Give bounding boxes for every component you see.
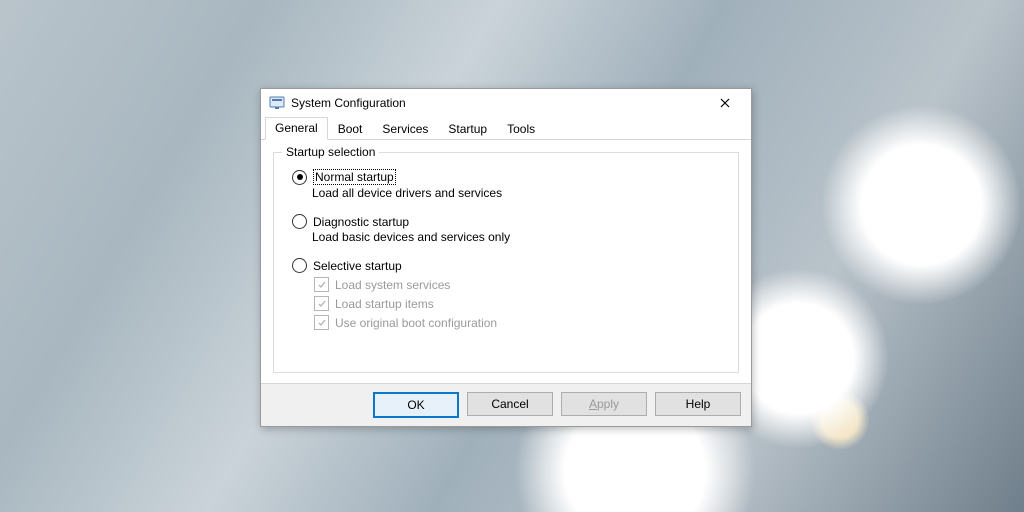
tab-general[interactable]: General [265, 117, 328, 140]
startup-selection-group: Startup selection Normal startup Load al… [273, 152, 739, 373]
system-configuration-window: System Configuration General Boot Servic… [260, 88, 752, 427]
desktop-wallpaper: System Configuration General Boot Servic… [0, 0, 1024, 512]
option-normal-label: Normal startup [313, 169, 396, 185]
checkbox-label: Load startup items [335, 297, 434, 311]
dialog-button-bar: OK Cancel Apply Help [261, 383, 751, 426]
tab-panel-general: Startup selection Normal startup Load al… [261, 140, 751, 383]
close-button[interactable] [705, 92, 745, 114]
option-diagnostic-label: Diagnostic startup [313, 215, 409, 229]
titlebar[interactable]: System Configuration [261, 89, 751, 117]
tabstrip: General Boot Services Startup Tools [261, 117, 751, 140]
window-title: System Configuration [291, 96, 705, 110]
help-button[interactable]: Help [655, 392, 741, 416]
app-icon [269, 95, 285, 111]
checkbox-load-startup-items: Load startup items [314, 296, 726, 311]
tab-startup[interactable]: Startup [438, 118, 497, 140]
checkbox-original-boot-config: Use original boot configuration [314, 315, 726, 330]
option-normal-desc: Load all device drivers and services [312, 186, 726, 200]
option-normal-startup[interactable]: Normal startup Load all device drivers a… [292, 169, 726, 200]
checkbox-label: Use original boot configuration [335, 316, 497, 330]
radio-icon [292, 214, 307, 229]
tab-services[interactable]: Services [372, 118, 438, 140]
checkbox-load-system-services: Load system services [314, 277, 726, 292]
checkbox-label: Load system services [335, 278, 450, 292]
apply-button[interactable]: Apply [561, 392, 647, 416]
option-selective-startup[interactable]: Selective startup [292, 258, 726, 273]
tab-boot[interactable]: Boot [328, 118, 373, 140]
option-selective-label: Selective startup [313, 259, 402, 273]
option-diagnostic-desc: Load basic devices and services only [312, 230, 726, 244]
group-legend: Startup selection [282, 145, 379, 159]
radio-icon [292, 258, 307, 273]
apply-suffix: pply [597, 397, 619, 411]
close-icon [720, 98, 730, 108]
checkbox-icon [314, 315, 329, 330]
checkbox-icon [314, 296, 329, 311]
tab-tools[interactable]: Tools [497, 118, 545, 140]
ok-button[interactable]: OK [373, 392, 459, 418]
checkbox-icon [314, 277, 329, 292]
option-diagnostic-startup[interactable]: Diagnostic startup Load basic devices an… [292, 214, 726, 244]
apply-accesskey: A [589, 397, 597, 411]
radio-icon [292, 170, 307, 185]
cancel-button[interactable]: Cancel [467, 392, 553, 416]
